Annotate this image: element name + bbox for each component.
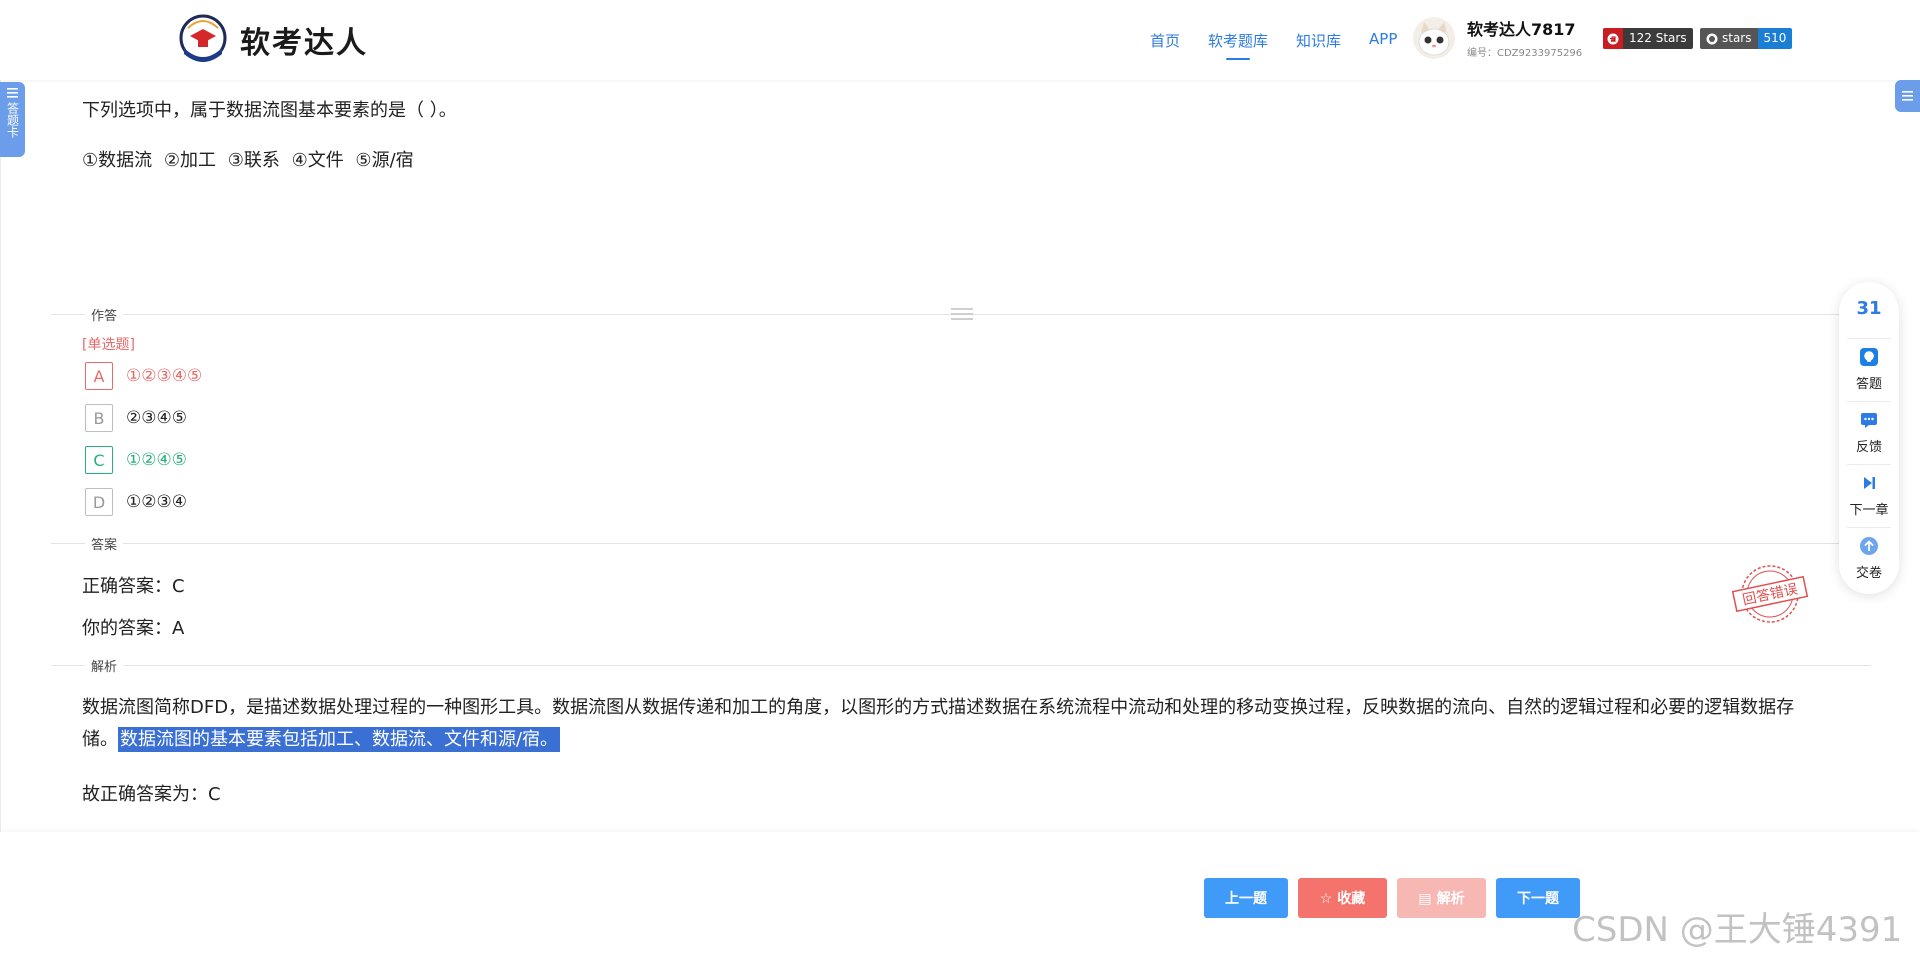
next-question-button[interactable]: 下一题 (1496, 878, 1580, 918)
question-count: 31 (1856, 298, 1882, 319)
nav-knowledge-base[interactable]: 知识库 (1296, 30, 1341, 51)
next-label: 下一题 (1517, 890, 1559, 906)
your-answer: 你的答案：A (82, 618, 185, 639)
logo-emblem-icon (179, 14, 227, 62)
github-badge-label: stars (1700, 28, 1758, 49)
right-menu-tab[interactable] (1895, 80, 1920, 112)
bottom-action-bar: 上一题 ☆ 收藏 ▤ 解析 下一题 CSDN @王大锤4391 (0, 832, 1920, 953)
divider (51, 543, 1871, 544)
analysis-button[interactable]: ▤ 解析 (1397, 878, 1486, 918)
option-c[interactable]: C ①②④⑤ (85, 446, 187, 474)
github-icon (1706, 33, 1718, 44)
option-d[interactable]: D ①②③④ (85, 488, 187, 516)
csdn-watermark: CSDN @王大锤4391 (1572, 910, 1903, 950)
analysis-conclusion: 故正确答案为：C (82, 784, 221, 805)
answer-tool[interactable]: 答题 (1847, 338, 1891, 401)
answer-icon (1859, 347, 1879, 367)
option-b[interactable]: B ②③④⑤ (85, 404, 187, 432)
side-toolbar: 31 答题 反馈 下一章 交卷 (1839, 282, 1899, 594)
analysis-label: 解析 (1436, 890, 1465, 906)
menu-icon (1902, 91, 1913, 101)
section-label-answer: 作答 (85, 305, 124, 324)
analysis-text: 数据流图简称DFD，是描述数据处理过程的一种图形工具。数据流图从数据传递和加工的… (82, 692, 1827, 756)
option-key: D (85, 488, 113, 516)
github-stars-badge[interactable]: stars 510 (1700, 28, 1793, 49)
star-icon: ☆ (1319, 889, 1333, 906)
answer-tool-label: 答题 (1855, 377, 1882, 392)
submit-tool[interactable]: 交卷 (1847, 527, 1891, 590)
github-badge-text: stars (1722, 31, 1752, 45)
question-type: [单选题] (82, 337, 135, 353)
option-a[interactable]: A ①②③④⑤ (85, 362, 202, 390)
submit-tool-label: 交卷 (1855, 566, 1882, 581)
section-label-key: 答案 (85, 534, 124, 553)
question-panel: 下列选项中，属于数据流图基本要素的是（ ）。 ①数据流 ②加工 ③联系 ④文件 … (0, 80, 1920, 832)
nav-home[interactable]: 首页 (1150, 30, 1180, 51)
logo-text: 软考达人 (240, 26, 368, 61)
option-text: ①②③④ (126, 492, 187, 512)
option-key: C (85, 446, 113, 474)
question-stem: 下列选项中，属于数据流图基本要素的是（ ）。 (82, 100, 457, 121)
question-items: ①数据流 ②加工 ③联系 ④文件 ⑤源/宿 (82, 150, 414, 171)
divider (51, 665, 1871, 666)
answer-card-label: 答题卡 (5, 102, 20, 138)
analysis-highlight: 数据流图的基本要素包括加工、数据流、文件和源/宿。 (118, 727, 561, 752)
prev-question-button[interactable]: 上一题 (1204, 878, 1288, 918)
option-key: B (85, 404, 113, 432)
option-text: ①②④⑤ (126, 450, 187, 470)
cat-avatar-icon (1413, 16, 1455, 59)
prev-label: 上一题 (1225, 890, 1267, 906)
submit-icon (1859, 536, 1879, 556)
site-logo[interactable]: 软考达人 (176, 14, 368, 66)
gitee-icon (1603, 28, 1623, 49)
wrong-answer-stamp: 回答错误 (1728, 562, 1812, 626)
feedback-tool[interactable]: 反馈 (1847, 401, 1891, 464)
gitee-stars-badge[interactable]: 122 Stars (1603, 28, 1693, 49)
correct-answer: 正确答案：C (82, 576, 185, 597)
github-stars-count: 510 (1757, 28, 1793, 49)
favorite-button[interactable]: ☆ 收藏 (1298, 878, 1387, 918)
option-text: ①②③④⑤ (126, 366, 203, 386)
gitee-stars-count: 122 Stars (1629, 31, 1687, 45)
section-label-analysis: 解析 (85, 656, 124, 675)
document-icon: ▤ (1418, 889, 1432, 906)
menu-icon (7, 88, 18, 98)
next-chapter-tool[interactable]: 下一章 (1847, 464, 1891, 527)
top-header: 软考达人 首页 软考题库 知识库 APP 软考达人7817 编号：CDZ9233… (0, 0, 1920, 80)
feedback-tool-label: 反馈 (1855, 440, 1882, 455)
stamp-icon: 回答错误 (1731, 565, 1809, 623)
option-text: ②③④⑤ (126, 408, 187, 428)
user-profile[interactable]: 软考达人7817 编号：CDZ9233975296 (1413, 16, 1582, 59)
next-chapter-icon (1859, 473, 1879, 493)
option-key: A (85, 362, 113, 390)
fav-label: 收藏 (1337, 890, 1366, 906)
nav-app[interactable]: APP (1369, 30, 1397, 51)
answer-card-tab[interactable]: 答题卡 (0, 82, 25, 157)
user-name: 软考达人7817 (1467, 20, 1576, 39)
avatar[interactable] (1413, 16, 1455, 59)
user-info: 软考达人7817 编号：CDZ9233975296 (1467, 16, 1582, 59)
nav-question-bank[interactable]: 软考题库 (1208, 30, 1268, 60)
feedback-icon (1859, 410, 1879, 430)
main-nav: 首页 软考题库 知识库 APP (1150, 30, 1425, 60)
next-chapter-label: 下一章 (1849, 503, 1889, 518)
resize-handle[interactable] (951, 308, 973, 323)
user-id: 编号：CDZ9233975296 (1467, 48, 1583, 59)
